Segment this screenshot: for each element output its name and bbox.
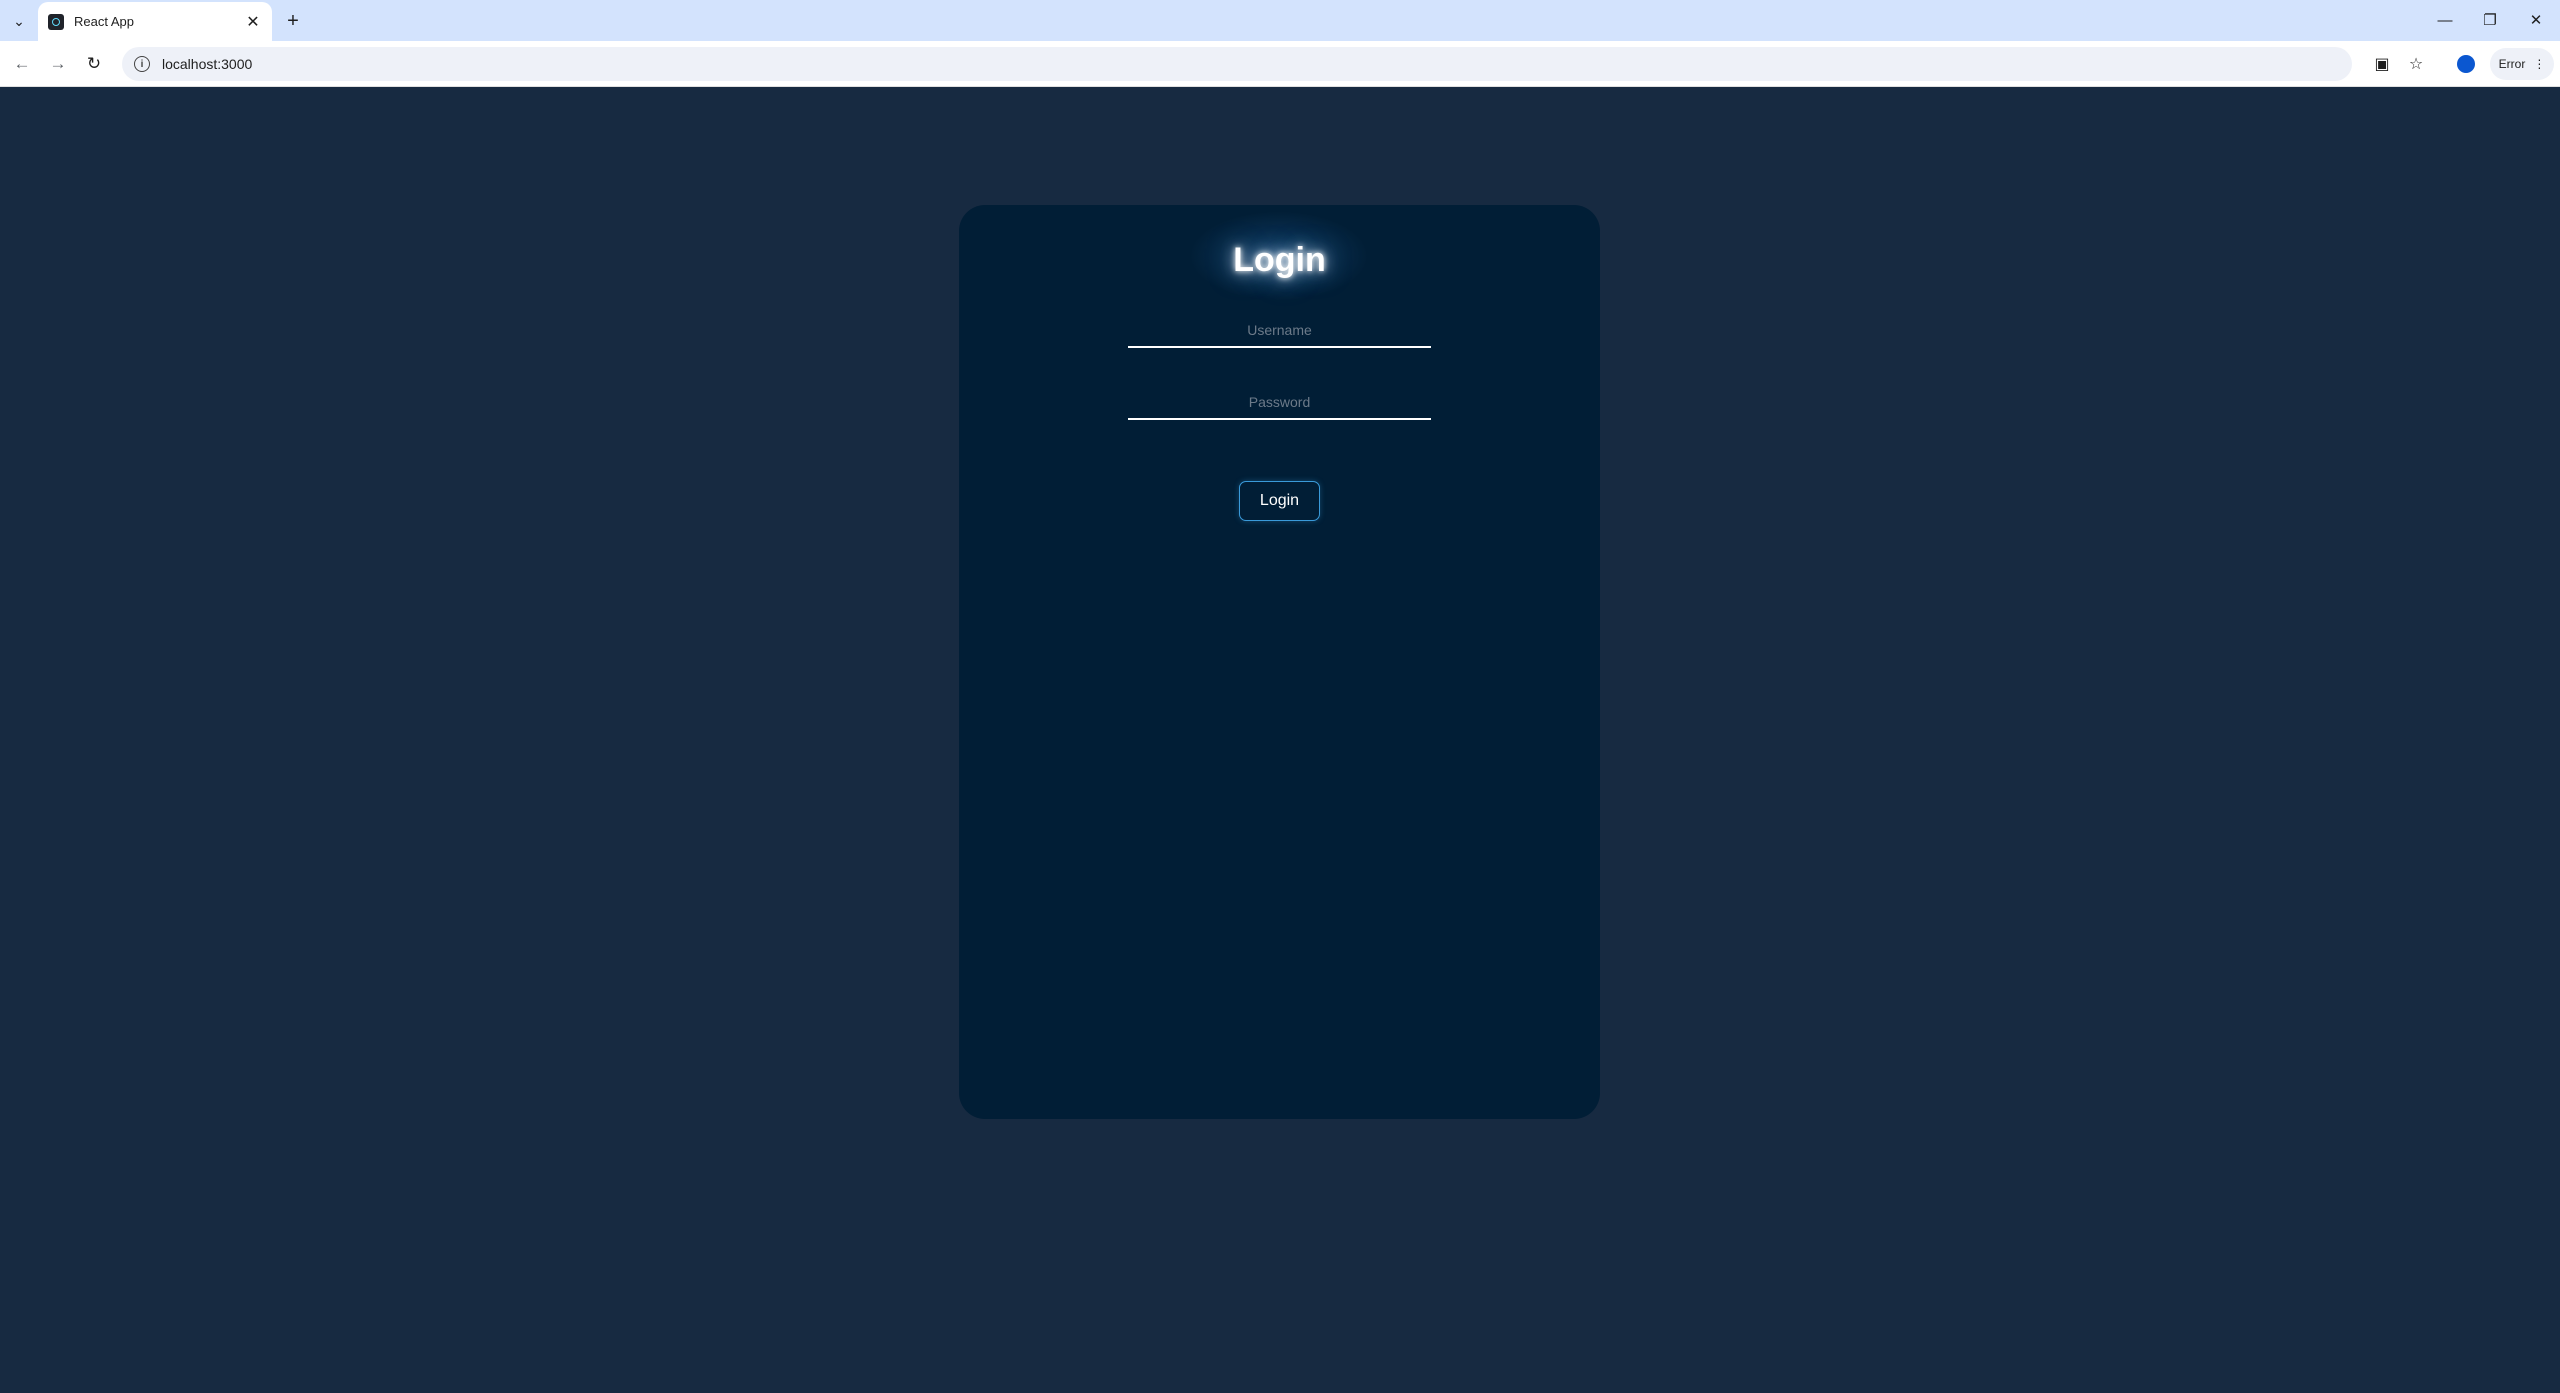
tab-search-chevron-icon[interactable]: ⌄ bbox=[6, 8, 32, 34]
profile-avatar-icon[interactable] bbox=[2452, 50, 2480, 78]
password-input[interactable] bbox=[1128, 386, 1431, 420]
login-card: Login Login bbox=[959, 205, 1600, 1119]
new-tab-icon[interactable]: + bbox=[280, 8, 306, 34]
error-label: Error bbox=[2498, 57, 2526, 71]
restore-icon[interactable]: ❐ bbox=[2468, 6, 2512, 34]
bookmark-star-icon[interactable]: ☆ bbox=[2402, 50, 2430, 78]
login-button[interactable]: Login bbox=[1239, 481, 1320, 521]
forward-icon[interactable]: → bbox=[44, 50, 72, 78]
error-menu-button[interactable]: Error ⋮ bbox=[2490, 48, 2554, 80]
login-title: Login bbox=[1233, 241, 1326, 279]
address-bar[interactable]: i localhost:3000 bbox=[122, 47, 2352, 81]
react-favicon-icon bbox=[48, 13, 64, 30]
tab-react-app[interactable]: React App ✕ bbox=[38, 2, 272, 41]
page-viewport: Login Login bbox=[0, 87, 2560, 1393]
minimize-icon[interactable]: — bbox=[2423, 6, 2467, 34]
tab-close-icon[interactable]: ✕ bbox=[244, 12, 262, 32]
tab-title: React App bbox=[74, 14, 134, 29]
window-close-icon[interactable]: ✕ bbox=[2514, 6, 2558, 34]
address-url: localhost:3000 bbox=[162, 56, 253, 72]
back-icon[interactable]: ← bbox=[8, 50, 36, 78]
site-info-icon[interactable]: i bbox=[134, 56, 150, 72]
username-input[interactable] bbox=[1128, 314, 1431, 348]
tab-bar: ⌄ React App ✕ + — ❐ ✕ bbox=[0, 0, 2560, 41]
reload-icon[interactable]: ↻ bbox=[80, 50, 108, 78]
install-app-icon[interactable]: ▣ bbox=[2368, 50, 2396, 78]
browser-toolbar: ← → ↻ i localhost:3000 ▣ ☆ Error ⋮ bbox=[0, 41, 2560, 87]
kebab-menu-icon: ⋮ bbox=[2533, 57, 2546, 71]
